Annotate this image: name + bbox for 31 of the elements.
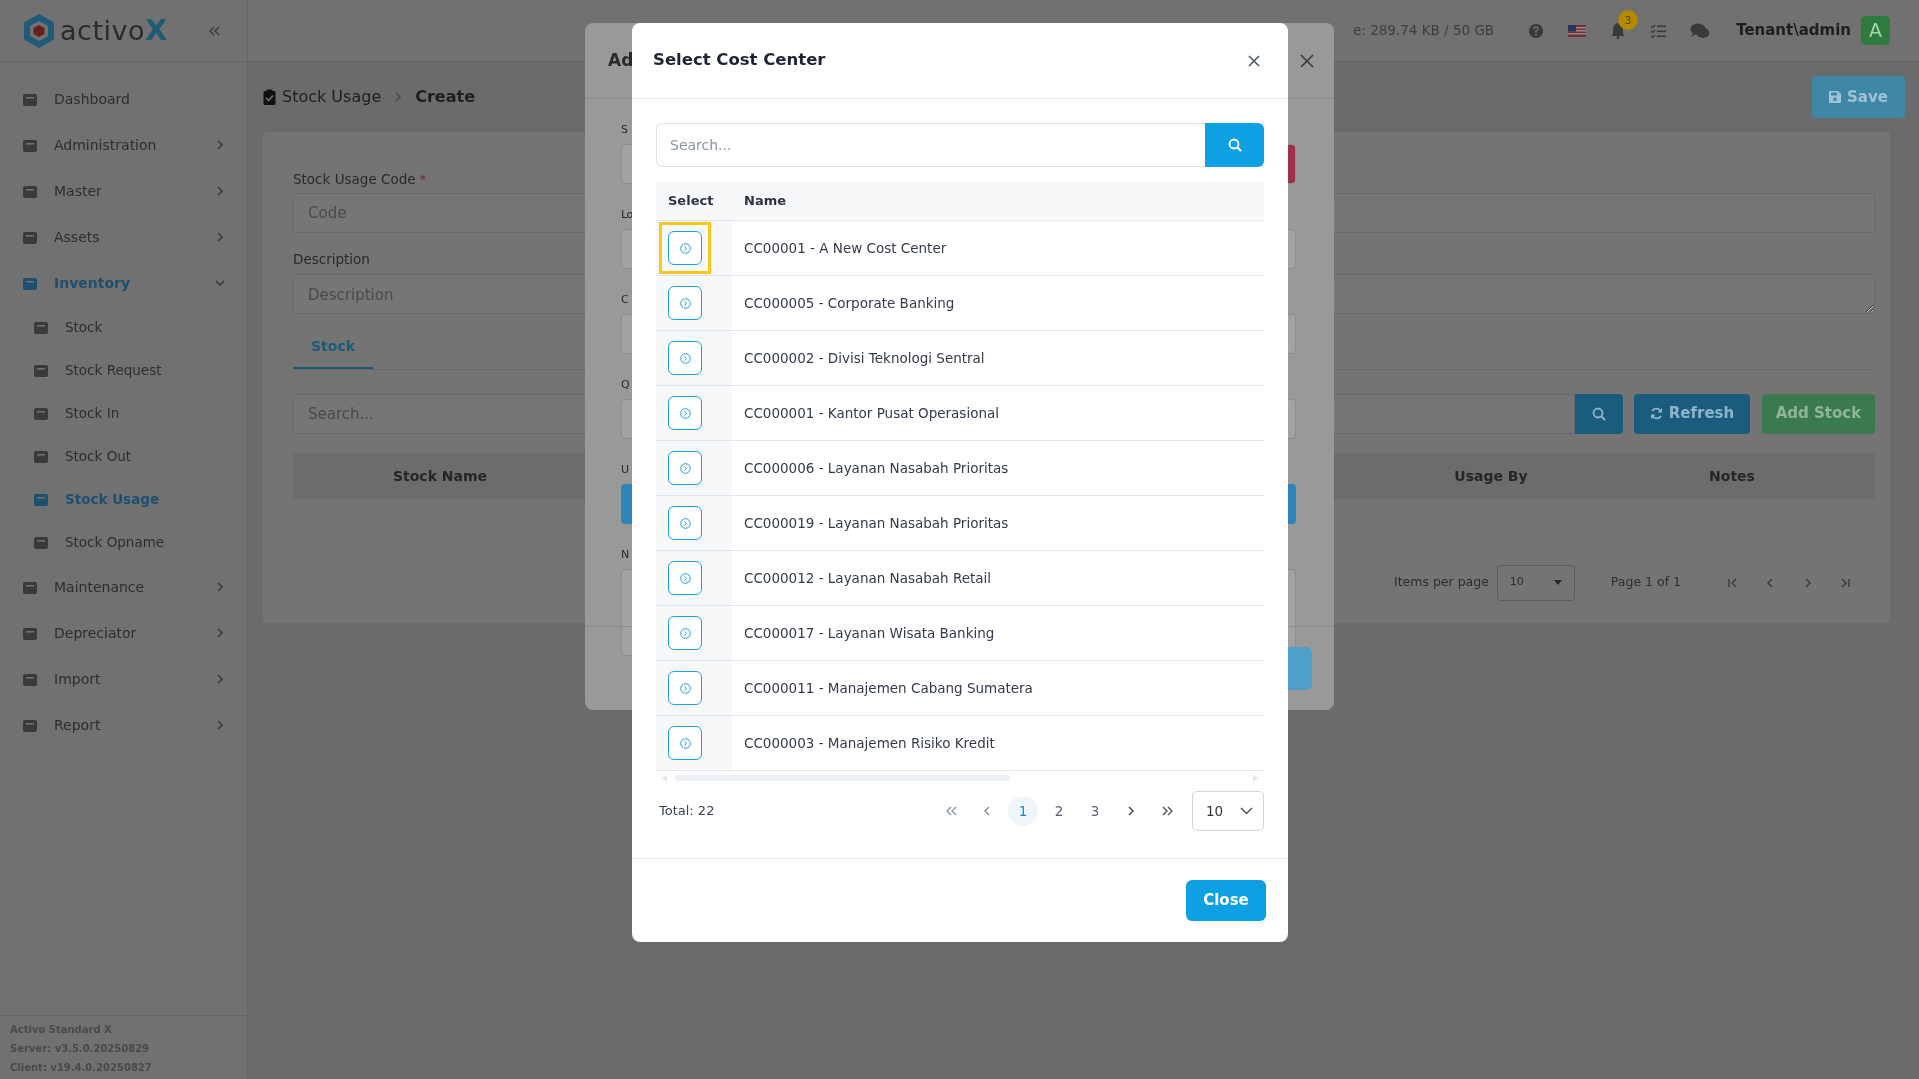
table-cell-text: CC000017 - Layanan Wisata Banking: [743, 623, 995, 643]
page-info: Page 1 of 1: [1610, 573, 1681, 592]
table-cell-text: CC000012 - Layanan Nasabah Retail: [743, 568, 992, 588]
field-label: U: [621, 462, 629, 478]
column-header: Select: [667, 191, 715, 210]
table-cell-text: CC000019 - Layanan Nasabah Prioritas: [743, 513, 1009, 533]
table-cell-text: CC000002 - Divisi Teknologi Sentral: [743, 348, 985, 368]
table-cell-text: CC000011 - Manajemen Cabang Sumatera: [743, 678, 1033, 698]
column-header: Notes: [1708, 466, 1756, 486]
items-per-page-label: Items per page: [1393, 573, 1489, 592]
column-header: Stock Name: [391, 466, 489, 486]
table-cell-text: CC000001 - Kantor Pusat Operasional: [743, 403, 999, 423]
field-label: S: [621, 122, 628, 138]
table-cell-text: CC00001 - A New Cost Center: [743, 238, 947, 258]
field-label: N: [621, 547, 629, 563]
notification-badge: 3: [1618, 10, 1639, 30]
logo-text: activoX: [60, 11, 168, 49]
dialog-title: Ad: [608, 48, 634, 72]
breadcrumb-item: Create: [415, 86, 475, 108]
column-header: Name: [743, 191, 786, 210]
total-count: Total: 22: [659, 802, 715, 821]
field-label: Q: [621, 377, 630, 393]
field-label: Description: [293, 250, 370, 270]
table-cell-text: CC000003 - Manajemen Risiko Kredit: [743, 733, 995, 753]
required-mark: *: [419, 170, 427, 189]
field-label: C: [621, 292, 629, 308]
column-header: Usage By: [1453, 466, 1529, 486]
dialog-title: Select Cost Center: [653, 49, 826, 72]
table-cell-text: CC000006 - Layanan Nasabah Prioritas: [743, 458, 1009, 478]
table-cell-text: CC000005 - Corporate Banking: [743, 293, 955, 313]
field-label: Stock Usage Code: [293, 170, 416, 189]
